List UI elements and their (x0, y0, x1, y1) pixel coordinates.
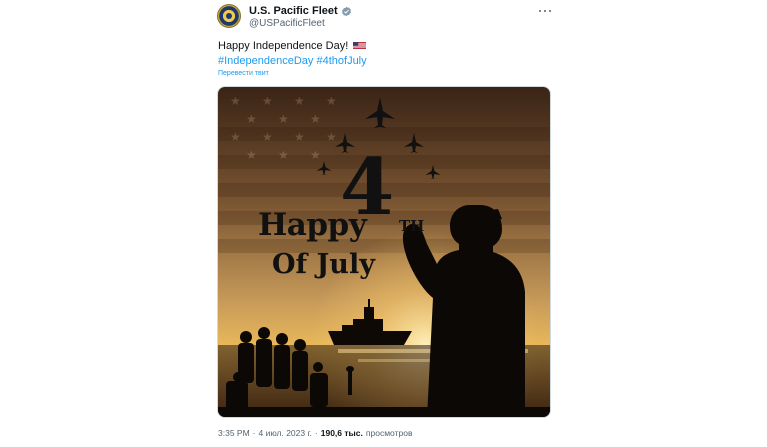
verified-badge-icon (341, 6, 351, 16)
display-name[interactable]: U.S. Pacific Fleet (249, 5, 338, 17)
tweet-time[interactable]: 3:35 PM (218, 428, 250, 438)
avatar-emblem-icon (226, 13, 232, 19)
poster-suffix-th: TH (399, 217, 425, 235)
tweet-text: Happy Independence Day! (218, 39, 367, 54)
tweet-media-image[interactable]: ★★★★ ★★★ ★★★★ ★★★ (217, 86, 551, 418)
hashtag-independence-day[interactable]: #IndependenceDay (218, 55, 313, 67)
poster-word-happy: Happy (258, 207, 367, 243)
translate-tweet-link[interactable]: Перевести твит (218, 70, 269, 77)
views-label: просмотров (365, 428, 413, 438)
author-name-row[interactable]: U.S. Pacific Fleet (249, 5, 352, 17)
tweet-card[interactable]: U.S. Pacific Fleet @USPacificFleet Happy… (0, 0, 767, 447)
fourth-of-july-poster: ★★★★ ★★★ ★★★★ ★★★ (218, 87, 550, 417)
footer-separator-2: · (314, 428, 318, 438)
flag-us-icon (353, 42, 367, 49)
poster-line-of-july: Of July (272, 249, 375, 280)
more-options-icon[interactable] (538, 6, 552, 16)
tweet-footer: 3:35 PM · 4 июл. 2023 г. · 190,6 тыс. пр… (218, 428, 412, 438)
author-handle[interactable]: @USPacificFleet (249, 18, 325, 29)
hashtag-4th-of-july[interactable]: #4thofJuly (316, 55, 366, 67)
footer-separator: · (252, 428, 256, 438)
avatar[interactable] (217, 4, 241, 28)
tweet-date[interactable]: 4 июл. 2023 г. (259, 428, 312, 438)
hashtag-row: #IndependenceDay #4thofJuly (218, 54, 367, 69)
views-count[interactable]: 190,6 тыс. (321, 428, 363, 438)
tweet-text-body: Happy Independence Day! (218, 40, 349, 52)
